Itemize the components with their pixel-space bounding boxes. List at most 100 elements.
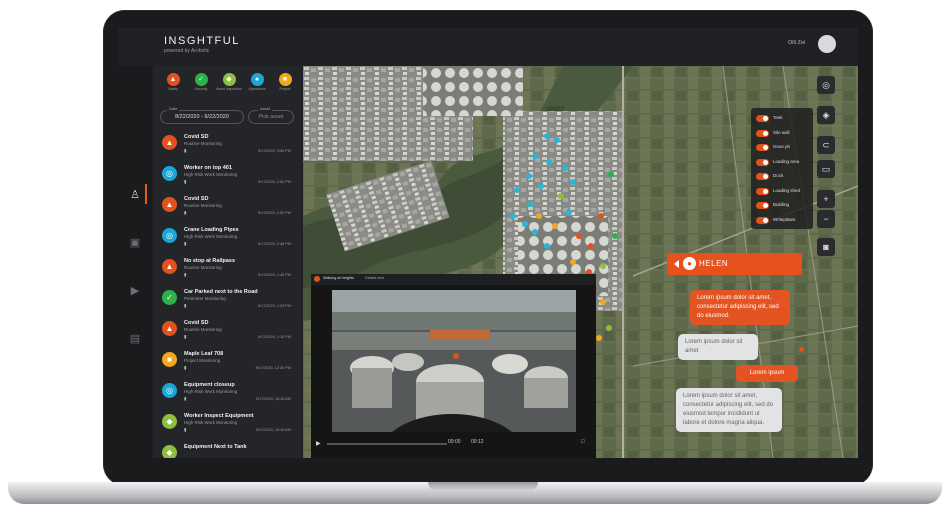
filter-operations[interactable]: ● Operations (244, 73, 270, 91)
video-cam-icon: ▮ (184, 272, 187, 277)
user-name[interactable]: Olli Zei (788, 40, 805, 46)
layer-label: Dock (773, 173, 784, 178)
event-subtitle: High Risk Work Monitoring (184, 172, 238, 177)
event-time: 9/17/2020, 10:45 AM (255, 397, 291, 401)
fullscreen-icon[interactable]: □ (581, 439, 585, 445)
layer-label: Tank (773, 115, 783, 120)
event-item[interactable]: ▲ No stop at Railpass Routine Monitoring ▮ 9… (158, 254, 297, 284)
video-duration: 00:12 (471, 439, 484, 445)
filter-asset-inspection[interactable]: ◆ Asset Inspection (216, 73, 242, 91)
event-title: Covid SD (184, 196, 209, 202)
app-header: INSGHTFUL powered by Arobotic Olli Zei (118, 28, 858, 66)
event-subtitle: Routine Monitoring (184, 141, 222, 146)
chat-title: HELEN (699, 259, 729, 268)
user-icon: ● (683, 257, 696, 270)
unread-dot-icon (799, 347, 804, 352)
avatar[interactable] (818, 35, 836, 53)
filter-asset-icon: ◆ (222, 73, 236, 86)
asset-tag: Asset (258, 106, 273, 111)
toggle-switch[interactable] (756, 216, 769, 224)
filter-project-icon: ■ (278, 73, 292, 86)
layers-button[interactable]: ◈ (817, 106, 835, 124)
toggle-switch[interactable] (756, 129, 769, 137)
event-item[interactable]: ◆Equipment Next to Tank▮ (158, 440, 297, 458)
video-frame[interactable] (332, 290, 576, 432)
play-icon[interactable]: ▶ (316, 440, 321, 447)
event-time: 9/17/2020, 2:52 PM (257, 180, 291, 184)
date-range-input[interactable]: 8/22/2020 - 9/22/2020 (160, 110, 244, 124)
chat-header[interactable]: ● HELEN (667, 253, 802, 275)
video-cam-icon: ▮ (184, 179, 187, 184)
workers-nav-icon[interactable]: ♙ (125, 184, 147, 204)
filter-operations-icon: ● (250, 73, 264, 86)
filter-safety[interactable]: ▲ Safety (160, 73, 186, 91)
zoom-out-button[interactable]: − (817, 210, 835, 228)
event-type-icon: ▲ (162, 135, 177, 150)
layer-label: Loading area (773, 158, 800, 164)
video-player[interactable]: Walking at heights Details text ▶ 00:00 … (311, 274, 596, 458)
chat-back-icon[interactable] (674, 260, 679, 268)
filter-security-icon: ✓ (194, 73, 208, 86)
toggle-switch[interactable] (756, 187, 769, 195)
event-title: Car Parked next to the Road (184, 289, 258, 295)
asset-picker[interactable]: Pick asset (248, 110, 294, 124)
toggle-switch[interactable] (756, 173, 769, 180)
event-item[interactable]: ◎ Equipment closeup High Risk Work Monitor… (158, 378, 297, 408)
event-time: 9/17/2020, 1:10 PM (257, 335, 291, 339)
event-type-icon: ✓ (162, 290, 177, 305)
camera-button[interactable]: ◙ (817, 238, 835, 256)
play-nav-icon[interactable]: ▶ (125, 280, 145, 300)
events-panel: ▲ Safety ✓ Security ◆ Asset Inspection ●… (154, 66, 301, 458)
video-tag-bar: Walking at heights Details text (311, 274, 596, 285)
event-time: 9/17/2020, 1:45 PM (257, 273, 291, 277)
layer-label: Issue pit (773, 144, 790, 149)
event-item[interactable]: ■ Maple Leaf 708 Project Monitoring ▮ 9/17/2… (158, 347, 297, 377)
locate-button[interactable]: ◎ (817, 76, 835, 94)
video-cam-icon: ▮ (184, 148, 187, 153)
event-subtitle: Project Monitoring (184, 358, 221, 363)
event-time: 9/17/2020, 12:30 PM (255, 366, 291, 370)
layer-toggle[interactable]: Dock (756, 172, 812, 181)
event-time: 9/17/2020, 2:50 PM (257, 211, 291, 215)
toggle-switch[interactable] (756, 202, 769, 209)
screen-button[interactable]: ▭ (817, 160, 835, 178)
layer-toggle[interactable]: Loading shed (756, 187, 812, 196)
app-screen: INSGHTFUL powered by Arobotic Olli Zei ♙… (118, 28, 858, 458)
document-nav-icon[interactable]: ▤ (125, 328, 145, 348)
filter-project[interactable]: ■ Project (272, 73, 298, 91)
layer-toggle[interactable]: Silo wall (756, 129, 812, 138)
event-type-icon: ■ (162, 352, 177, 367)
chat-message-received: Lorem ipsum dolor sit amet (678, 334, 758, 360)
event-item[interactable]: ◎ Worker on top 401 High Risk Work Monitor… (158, 161, 297, 191)
video-cam-icon: ▮ (184, 241, 187, 246)
event-type-icon: ▲ (162, 259, 177, 274)
event-title: Equipment closeup (184, 382, 235, 388)
event-item[interactable]: ▲ Covid SD Routine Monitoring ▮ 9/17/2020, 1… (158, 316, 297, 346)
event-title: Covid SD (184, 134, 209, 140)
event-item[interactable]: ✓ Car Parked next to the Road Perimeter Mo… (158, 285, 297, 315)
event-title: Worker Inspect Equipment (184, 413, 254, 419)
event-item[interactable]: ▲ Covid SD Routine Monitoring ▮ 9/17/2020, 3… (158, 130, 297, 160)
event-subtitle: Routine Monitoring (184, 265, 222, 270)
chat-message-received: Lorem ipsum dolor sit amet, consectetur … (676, 388, 782, 432)
toggle-switch[interactable] (756, 144, 769, 151)
event-time: 9/17/2020, 1:25 PM (257, 304, 291, 308)
event-item[interactable]: ◆ Worker Inspect Equipment High Risk Work … (158, 409, 297, 439)
camera-nav-icon[interactable]: ▣ (125, 232, 145, 252)
filter-security[interactable]: ✓ Security (188, 73, 214, 91)
event-item[interactable]: ▲ Covid SD Routine Monitoring ▮ 9/17/2020, 2… (158, 192, 297, 222)
toggle-switch[interactable] (756, 158, 769, 166)
layer-toggle[interactable]: Loading area (756, 158, 812, 167)
event-item[interactable]: ◎ Crane Loading Pipes High Risk Work Monit… (158, 223, 297, 253)
toggle-view-button[interactable]: ⊂ (817, 136, 835, 154)
video-cam-icon: ▮ (184, 334, 187, 339)
layer-toggle[interactable]: Issue pit (756, 143, 812, 152)
video-time: 00:00 (448, 439, 461, 445)
toggle-switch[interactable] (756, 115, 769, 122)
filter-label: Security (194, 87, 208, 91)
layer-toggle[interactable]: Building (756, 201, 812, 210)
video-progress-bar[interactable] (327, 443, 447, 445)
layer-toggle[interactable]: Tank (756, 114, 812, 123)
zoom-in-button[interactable]: + (817, 190, 835, 208)
layer-toggle[interactable]: Writeplates (756, 216, 812, 225)
